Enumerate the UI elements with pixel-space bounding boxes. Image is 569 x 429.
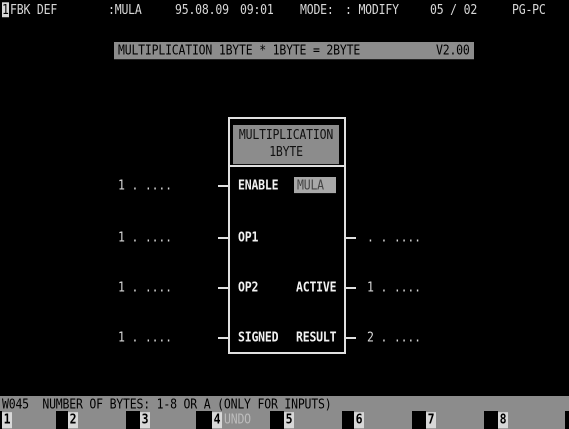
banner-title: MULTIPLICATION 1BYTE * 1BYTE = 2BYTE bbox=[118, 42, 361, 59]
input-wire-enable bbox=[218, 185, 228, 187]
fkey-5[interactable]: 5 bbox=[284, 411, 342, 429]
cursor-indicator: 1 bbox=[2, 1, 9, 18]
block-divider bbox=[228, 165, 346, 167]
fkey-number: 8 bbox=[498, 411, 508, 429]
fkey-number: 1 bbox=[2, 411, 12, 429]
block-title-line2: 1BYTE bbox=[269, 143, 303, 160]
fkey-label: UNDO bbox=[224, 411, 251, 428]
page-indicator: 05 / 02 bbox=[430, 1, 478, 18]
fkey-2[interactable]: 2 bbox=[68, 411, 126, 429]
input-wire-signed bbox=[218, 337, 228, 339]
function-block-header: MULTIPLICATION 1BYTE bbox=[233, 125, 339, 165]
input-value-op2[interactable]: 1 . .... bbox=[118, 279, 172, 295]
fkey-number: 2 bbox=[68, 411, 78, 429]
status-bar: 1 FBK DEF :MULA 95.08.09 09:01 MODE: : M… bbox=[0, 0, 569, 18]
mode-value: : MODIFY bbox=[345, 1, 399, 18]
fkey-6[interactable]: 6 bbox=[354, 411, 412, 429]
pin-result: RESULT bbox=[296, 328, 337, 345]
time: 09:01 bbox=[240, 1, 274, 18]
fkey-8[interactable]: 8 bbox=[498, 411, 565, 429]
input-value-enable[interactable]: 1 . .... bbox=[118, 177, 172, 193]
fkey-1[interactable]: 1 bbox=[2, 411, 56, 429]
block-type: FBK DEF bbox=[10, 1, 58, 18]
input-wire-op1 bbox=[218, 237, 228, 239]
pin-op2: OP2 bbox=[238, 278, 259, 295]
fkey-7[interactable]: 7 bbox=[426, 411, 484, 429]
output-wire-1 bbox=[346, 237, 356, 239]
output-value-result[interactable]: 2 . .... bbox=[367, 329, 421, 345]
fkey-number: 3 bbox=[140, 411, 150, 429]
pin-enable: ENABLE bbox=[238, 176, 279, 193]
block-title-line1: MULTIPLICATION bbox=[238, 126, 334, 143]
instance-name-field[interactable]: MULA bbox=[294, 177, 336, 194]
input-value-op1[interactable]: 1 . .... bbox=[118, 229, 172, 245]
pin-signed: SIGNED bbox=[238, 328, 279, 345]
input-value-signed[interactable]: 1 . .... bbox=[118, 329, 172, 345]
device-label: PG-PC bbox=[512, 1, 546, 18]
module-name: :MULA bbox=[108, 1, 142, 18]
banner-version: V2.00 bbox=[436, 42, 470, 59]
pin-op1: OP1 bbox=[238, 228, 259, 245]
title-banner: MULTIPLICATION 1BYTE * 1BYTE = 2BYTE V2.… bbox=[114, 42, 474, 60]
output-wire-active bbox=[346, 287, 356, 289]
output-value-1[interactable]: . . .... bbox=[367, 229, 421, 245]
fkey-number: 6 bbox=[354, 411, 364, 429]
output-wire-result bbox=[346, 337, 356, 339]
pin-active: ACTIVE bbox=[296, 278, 337, 295]
input-wire-op2 bbox=[218, 287, 228, 289]
fkey-number: 5 bbox=[284, 411, 294, 429]
message-text: W045 NUMBER OF BYTES: 1-8 OR A (ONLY FOR… bbox=[2, 396, 332, 413]
fkey-4-undo[interactable]: 4 UNDO bbox=[212, 411, 270, 429]
fkey-number: 4 bbox=[212, 411, 222, 429]
mode-label: MODE: bbox=[300, 1, 334, 18]
date: 95.08.09 bbox=[175, 1, 229, 18]
fkey-3[interactable]: 3 bbox=[140, 411, 196, 429]
output-value-active[interactable]: 1 . .... bbox=[367, 279, 421, 295]
instance-name-value: MULA bbox=[297, 177, 324, 194]
fkey-number: 7 bbox=[426, 411, 436, 429]
